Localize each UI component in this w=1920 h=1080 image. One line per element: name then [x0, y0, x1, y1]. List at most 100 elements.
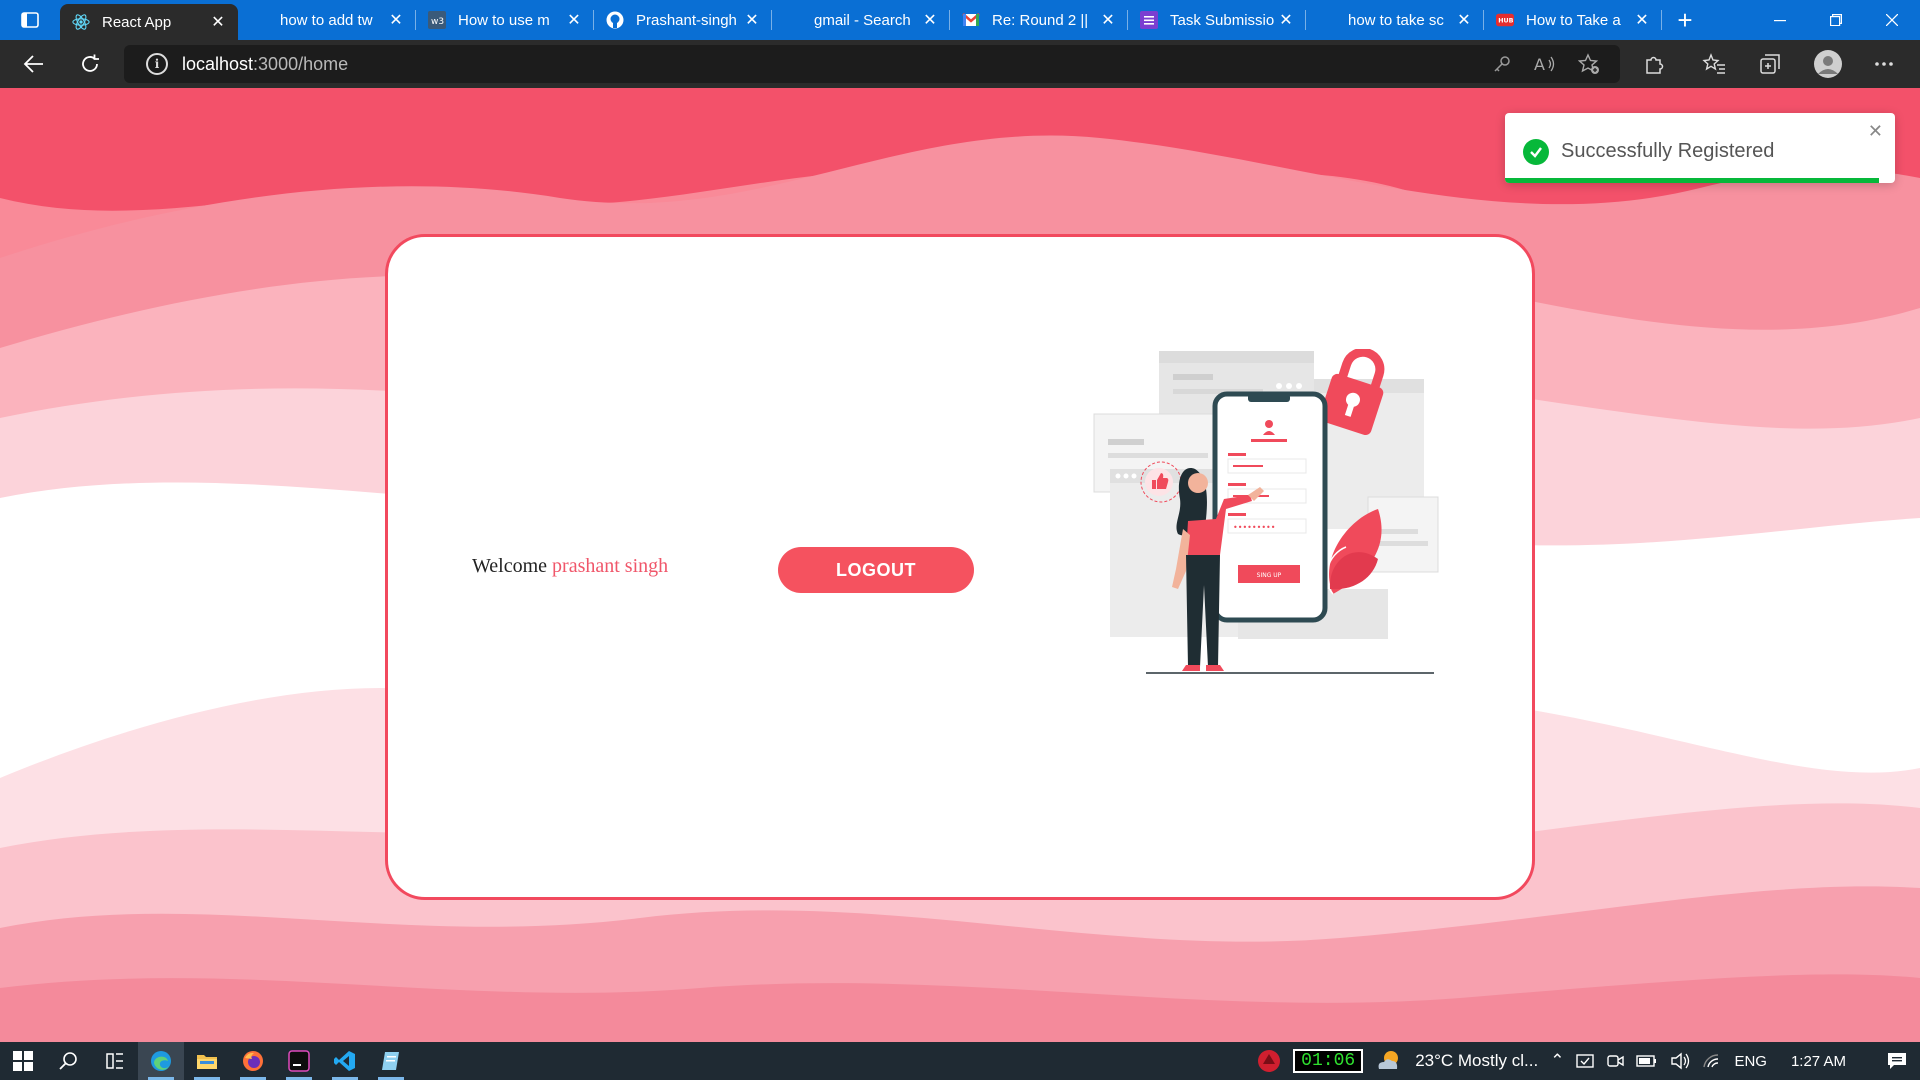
more-dots-icon	[1875, 62, 1893, 66]
tab-close-icon[interactable]: ✕	[1632, 10, 1652, 30]
tab-strip: React App ✕ how to add tw ✕ w3 How to us…	[0, 0, 1920, 40]
search-button[interactable]	[46, 1042, 92, 1080]
language-indicator[interactable]: ENG	[1734, 1053, 1767, 1070]
key-icon[interactable]	[1492, 54, 1512, 74]
notifications-icon[interactable]	[1886, 1051, 1908, 1071]
svg-text:A: A	[1534, 55, 1545, 74]
task-view-button[interactable]	[92, 1042, 138, 1080]
tab-task-submission[interactable]: Task Submissio ✕	[1128, 0, 1306, 40]
logout-button[interactable]: LOGOUT	[778, 547, 974, 593]
welcome-label: Welcome	[472, 555, 548, 577]
close-window-button[interactable]	[1864, 0, 1920, 40]
tab-how-to-take-a[interactable]: HUB How to Take a ✕	[1484, 0, 1662, 40]
toast-message: Successfully Registered	[1561, 140, 1775, 162]
minimize-icon	[1774, 20, 1786, 22]
tab-github[interactable]: Prashant-singh ✕	[594, 0, 772, 40]
restore-button[interactable]	[1808, 0, 1864, 40]
back-arrow-icon	[23, 55, 43, 73]
chevron-up-icon[interactable]: ⌃	[1550, 1051, 1564, 1071]
volume-icon[interactable]	[1670, 1052, 1690, 1070]
tab-close-icon[interactable]: ✕	[564, 10, 584, 30]
taskbar-file-explorer[interactable]	[184, 1042, 230, 1080]
tab-close-icon[interactable]: ✕	[920, 10, 940, 30]
add-favorite-icon[interactable]	[1578, 53, 1600, 75]
tab-how-to-take-sc[interactable]: how to take sc ✕	[1306, 0, 1484, 40]
tab-how-to-use[interactable]: w3 How to use m ✕	[416, 0, 594, 40]
success-toast: Successfully Registered ✕	[1505, 113, 1895, 183]
site-info-icon[interactable]: i	[146, 53, 168, 75]
user-name: prashant singh	[552, 555, 669, 577]
profile-button[interactable]	[1808, 44, 1848, 84]
tab-close-icon[interactable]: ✕	[1276, 10, 1296, 30]
tab-title: how to take sc	[1348, 11, 1444, 29]
illustration-signup-label: SING UP	[1257, 572, 1282, 579]
settings-more-button[interactable]	[1864, 44, 1904, 84]
tab-title: how to add tw	[280, 11, 373, 29]
restore-icon	[1830, 14, 1842, 26]
gmail-icon	[962, 11, 980, 29]
address-bar-actions: A	[1492, 45, 1600, 83]
success-check-icon	[1523, 139, 1549, 165]
weather-icon	[1378, 1051, 1399, 1069]
toast-progress-bar	[1505, 178, 1880, 183]
w3-icon: w3	[428, 11, 446, 29]
tab-close-icon[interactable]: ✕	[1454, 10, 1474, 30]
taskbar-notepad[interactable]	[368, 1042, 414, 1080]
tab-close-icon[interactable]: ✕	[1098, 10, 1118, 30]
read-aloud-icon[interactable]: A	[1534, 54, 1556, 74]
tab-close-icon[interactable]: ✕	[208, 12, 228, 32]
folder-icon	[197, 1055, 217, 1069]
security-icon[interactable]	[1576, 1052, 1595, 1070]
taskbar-terminal[interactable]	[276, 1042, 322, 1080]
close-icon	[1886, 14, 1898, 26]
weather-text[interactable]: 23°C Mostly cl...	[1415, 1051, 1538, 1071]
recorder-icon[interactable]	[1257, 1049, 1281, 1073]
recording-timer[interactable]: 01:06	[1293, 1049, 1364, 1073]
puzzle-icon	[1646, 56, 1664, 74]
firefox-icon	[243, 1051, 263, 1071]
extensions-button[interactable]	[1634, 44, 1674, 84]
collections-button[interactable]	[1750, 44, 1790, 84]
refresh-button[interactable]	[68, 44, 112, 84]
windows-taskbar: 01:06 23°C Mostly cl... ⌃ ENG 1:27 AM	[0, 1042, 1920, 1080]
welcome-text: Welcome prashant singh	[472, 555, 668, 578]
collections-icon	[1760, 54, 1780, 74]
back-button[interactable]	[12, 44, 56, 84]
tab-actions-button[interactable]	[0, 0, 60, 40]
tab-title: How to Take a	[1526, 11, 1621, 29]
blank-icon	[250, 11, 268, 29]
clock[interactable]: 1:27 AM	[1791, 1053, 1846, 1070]
hub-icon: HUB	[1496, 11, 1514, 29]
favorites-list-icon	[1702, 53, 1725, 74]
taskbar-vscode[interactable]	[322, 1042, 368, 1080]
tab-gmail-search[interactable]: gmail - Search ✕	[772, 0, 950, 40]
password-dots: •••••••••	[1233, 523, 1275, 532]
welcome-card: Welcome prashant singh LOGOUT ••••••••• …	[385, 234, 1535, 900]
tab-react-app[interactable]: React App ✕	[60, 4, 238, 40]
tab-title: Prashant-singh	[636, 11, 737, 29]
tab-title: Re: Round 2 ||	[992, 11, 1089, 29]
tab-close-icon[interactable]: ✕	[386, 10, 406, 30]
meet-now-icon[interactable]	[1606, 1052, 1625, 1070]
github-icon	[606, 11, 624, 29]
favorites-button[interactable]	[1694, 44, 1734, 84]
edge-icon	[151, 1051, 171, 1071]
battery-icon[interactable]	[1636, 1054, 1658, 1068]
minimize-button[interactable]	[1752, 0, 1808, 40]
taskbar-firefox[interactable]	[230, 1042, 276, 1080]
tab-actions-icon	[21, 12, 39, 28]
blank-icon	[1318, 11, 1336, 29]
new-tab-button[interactable]: +	[1662, 0, 1708, 40]
tab-gmail-round2[interactable]: Re: Round 2 || ✕	[950, 0, 1128, 40]
address-bar[interactable]: i localhost:3000/home A	[124, 45, 1620, 83]
toast-close-icon[interactable]: ✕	[1868, 121, 1883, 142]
system-tray: 01:06 23°C Mostly cl... ⌃ ENG 1:27 AM	[1257, 1042, 1920, 1080]
url-path: :3000/home	[253, 53, 349, 74]
taskbar-edge[interactable]	[138, 1042, 184, 1080]
tab-close-icon[interactable]: ✕	[742, 10, 762, 30]
wifi-icon[interactable]	[1702, 1053, 1722, 1069]
tab-how-to-add[interactable]: how to add tw ✕	[238, 0, 416, 40]
url-host: localhost	[182, 53, 254, 74]
avatar	[1814, 50, 1842, 78]
start-button[interactable]	[0, 1042, 46, 1080]
